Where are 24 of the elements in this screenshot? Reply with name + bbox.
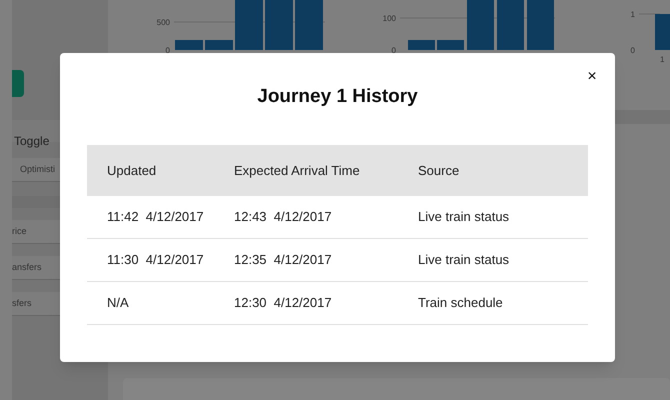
table-cell-text: 11:30 4/12/2017 xyxy=(106,251,205,270)
table-cell-text: Live train status xyxy=(418,251,510,270)
close-button[interactable]: × xyxy=(583,67,601,87)
bar-chart-drawing xyxy=(655,14,670,50)
axis-tick-label: 0 xyxy=(630,46,635,55)
column-header: Updated xyxy=(106,162,158,180)
table-cell-text: 12:43 4/12/2017 xyxy=(234,208,333,226)
axis-tick-label: 1 xyxy=(660,55,664,64)
axis-tick-label: 1 xyxy=(630,10,635,19)
column-header: Source xyxy=(418,162,460,180)
table-cell-text: 12:35 4/12/2017 xyxy=(234,251,333,270)
table-cell-text: 12:30 4/12/2017 xyxy=(234,294,333,312)
axis-tick-label: 100 xyxy=(382,14,396,23)
table-cell-text: Live train status xyxy=(418,208,510,226)
table-cell-text: 11:42 4/12/2017 xyxy=(106,208,205,226)
axis-tick-label: 0 xyxy=(166,46,170,55)
column-header: Expected Arrival Time xyxy=(234,162,361,180)
axis-tick-label: 0 xyxy=(392,46,396,55)
action-button[interactable] xyxy=(12,70,24,97)
dialog-title: Journey 1 History xyxy=(257,86,418,108)
table-cell-text: N/A xyxy=(106,294,130,312)
table-cell-text: Train schedule xyxy=(418,294,504,312)
section-heading: Toggle xyxy=(13,133,50,150)
axis-tick-label: 500 xyxy=(156,18,170,27)
